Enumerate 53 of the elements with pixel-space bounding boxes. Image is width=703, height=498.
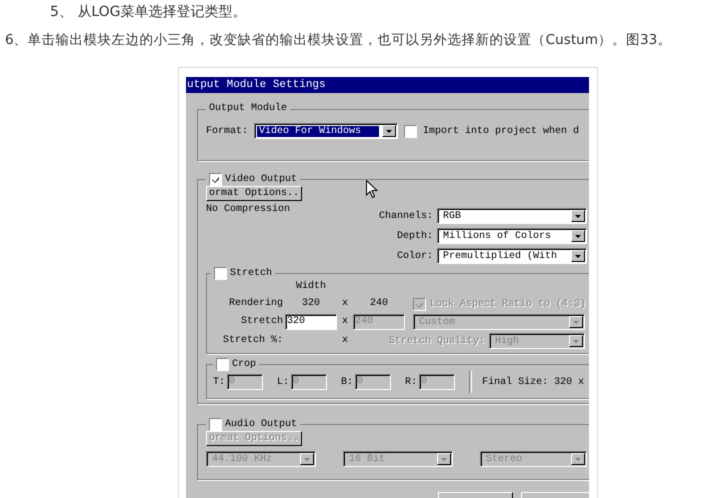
row-label: Rendering: [228, 297, 283, 311]
group-label: Audio Output: [225, 418, 298, 430]
check-icon: [416, 300, 423, 308]
times-text: x: [340, 334, 349, 348]
cursor-icon: [366, 180, 378, 199]
width-field[interactable]: 320: [285, 314, 337, 330]
value-text: 320: [300, 297, 321, 311]
caret-icon: [569, 316, 583, 328]
format-dropdown[interactable]: Video For Windows: [254, 123, 398, 139]
row-label: Stretch %:: [222, 334, 283, 348]
group-label: Output Module: [209, 103, 288, 115]
crop-label: L:: [277, 376, 290, 388]
setting-dropdown[interactable]: Premultiplied (With: [437, 248, 587, 264]
caret-icon: [571, 210, 585, 222]
checkbox[interactable]: [216, 358, 229, 371]
times-text: x: [340, 315, 349, 329]
caret-icon: [382, 125, 396, 137]
caret-icon: [300, 453, 314, 465]
crop-label: T:: [213, 376, 226, 388]
caret-icon: [569, 335, 583, 347]
group-label: Crop: [232, 358, 256, 370]
setting-label: Channels:: [378, 210, 433, 222]
checkbox[interactable]: [209, 418, 222, 431]
setting-dropdown[interactable]: Millions of Colors: [437, 228, 587, 244]
crop-label: B:: [341, 376, 354, 388]
check-icon: [212, 176, 219, 183]
checkbox-label: Import into project when d: [423, 126, 580, 136]
checkbox[interactable]: [404, 124, 418, 138]
format-options-button[interactable]: ormat Options..: [206, 186, 302, 201]
times-text: x: [340, 297, 349, 311]
quality-label: Stretch Quality:: [388, 336, 485, 346]
crop-label: R:: [405, 376, 418, 388]
instruction-text: 5、 从LOG菜单选择登记类型。: [49, 3, 248, 21]
checkbox[interactable]: [209, 173, 222, 186]
setting-label: Color:: [396, 250, 433, 262]
compression-text: No Compression: [206, 204, 290, 215]
caret-icon: [437, 453, 451, 465]
checkbox-label: Lock Aspect Ratio to (4:3): [430, 298, 586, 310]
checkbox[interactable]: [214, 267, 227, 280]
window-title: utput Module Settings: [186, 77, 589, 93]
format-label: Format:: [206, 126, 248, 136]
group-label: Video Output: [225, 174, 298, 186]
final-size-text: Final Size: 320 x: [482, 376, 584, 388]
column-header: Width: [294, 280, 327, 294]
instruction-text: 6、单击输出模块左边的小三角，改变缺省的输出模块设置，也可以另外选择新的设置（Custum）。图33。: [4, 31, 672, 49]
row-label: Stretch: [240, 315, 283, 329]
setting-label: Depth:: [396, 230, 433, 242]
group-label: Stretch: [230, 268, 272, 280]
setting-dropdown[interactable]: RGB: [437, 208, 587, 224]
value-text: 240: [368, 297, 389, 311]
caret-icon: [571, 230, 585, 242]
caret-icon: [571, 453, 585, 465]
caret-icon: [571, 250, 585, 262]
